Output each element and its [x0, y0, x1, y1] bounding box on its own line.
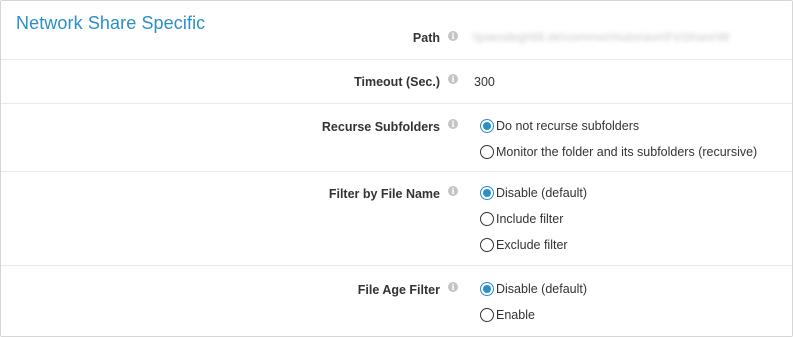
timeout-label: Timeout (Sec.): [354, 75, 440, 89]
filter-name-label: Filter by File Name: [328, 187, 440, 201]
file-age-option-disable[interactable]: Disable (default): [480, 282, 587, 296]
radio-selected-icon: [480, 119, 494, 133]
radio-unselected-icon: [480, 212, 494, 226]
radio-unselected-icon: [480, 308, 494, 322]
recurse-info-icon[interactable]: i: [448, 119, 458, 129]
radio-unselected-icon: [480, 145, 494, 159]
divider: [1, 171, 792, 172]
timeout-info-icon[interactable]: i: [448, 74, 458, 84]
radio-label: Include filter: [496, 212, 564, 226]
file-age-label: File Age Filter: [357, 283, 440, 297]
recurse-label: Recurse Subfolders: [321, 120, 440, 134]
radio-label: Enable: [496, 308, 535, 322]
divider: [1, 59, 792, 60]
section-title: Network Share Specific: [16, 13, 206, 33]
divider: [1, 265, 792, 266]
path-label: Path: [412, 31, 440, 45]
recurse-option-none[interactable]: Do not recurse subfolders: [480, 119, 639, 133]
radio-label: Disable (default): [496, 186, 588, 200]
network-share-panel: Network Share Specific Path i \\paesdegh…: [0, 0, 793, 337]
radio-label: Disable (default): [496, 282, 588, 296]
radio-label: Do not recurse subfolders: [496, 119, 640, 133]
radio-selected-icon: [480, 282, 494, 296]
filter-name-option-disable[interactable]: Disable (default): [480, 186, 587, 200]
path-info-icon[interactable]: i: [448, 31, 458, 41]
file-age-info-icon[interactable]: i: [448, 282, 458, 292]
radio-unselected-icon: [480, 238, 494, 252]
path-input[interactable]: \\paesdegh66.de\common\hubs\ave\Fs\Share…: [472, 30, 772, 44]
radio-label: Monitor the folder and its subfolders (r…: [496, 145, 758, 159]
file-age-option-enable[interactable]: Enable: [480, 308, 535, 322]
filter-name-option-include[interactable]: Include filter: [480, 212, 563, 226]
recurse-option-recursive[interactable]: Monitor the folder and its subfolders (r…: [480, 145, 757, 159]
radio-label: Exclude filter: [496, 238, 568, 252]
filter-name-info-icon[interactable]: i: [448, 186, 458, 196]
timeout-input[interactable]: 300: [474, 75, 495, 89]
filter-name-option-exclude[interactable]: Exclude filter: [480, 238, 568, 252]
divider: [1, 103, 792, 104]
radio-selected-icon: [480, 186, 494, 200]
